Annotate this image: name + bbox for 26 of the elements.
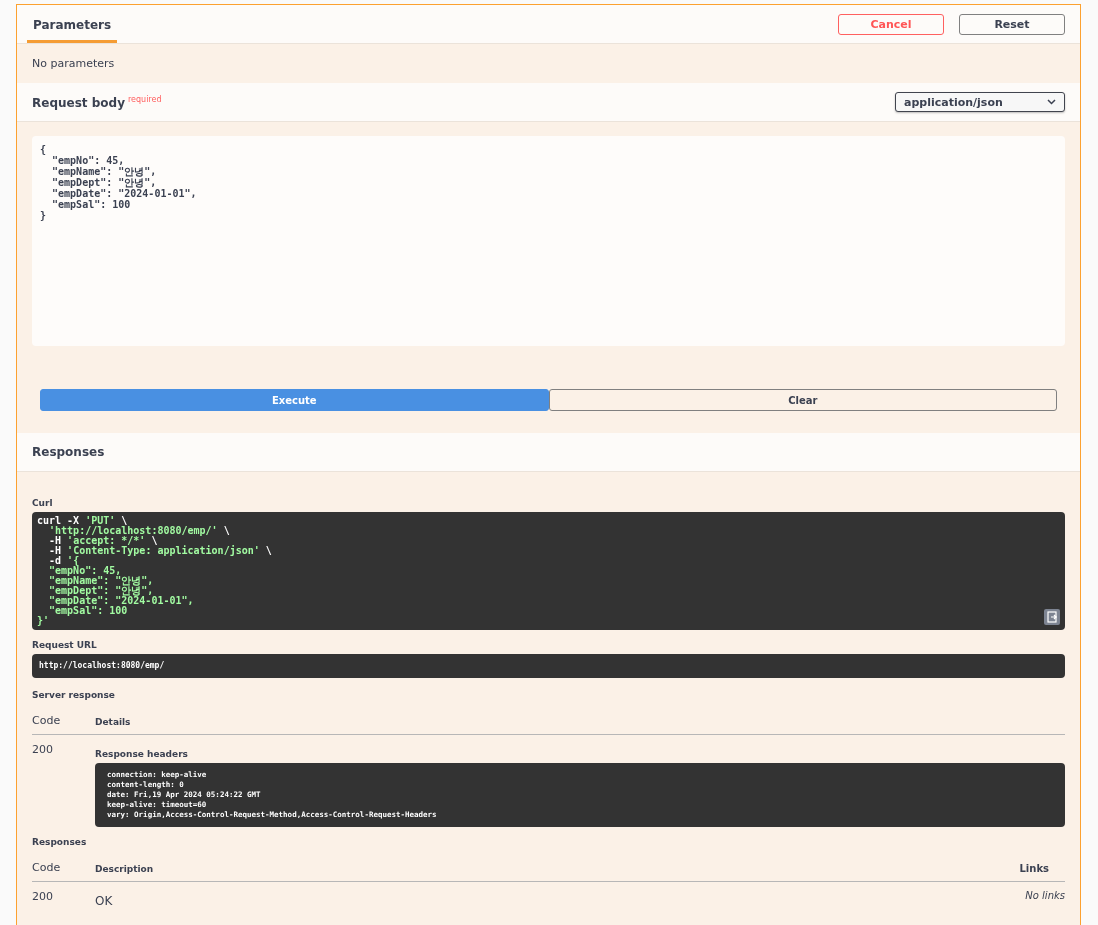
column-header: Details	[95, 717, 132, 727]
response-headers-label: Response headers	[95, 749, 189, 759]
request-url-block: http://localhost:8080/emp/	[32, 654, 1065, 678]
request-url-label: Request URL	[32, 640, 98, 650]
responses-title: Responses	[32, 445, 105, 459]
column-header: Code	[32, 861, 62, 874]
status-code: 200	[32, 743, 54, 758]
status-code: 200	[32, 890, 54, 905]
parameters-tab[interactable]: Parameters	[27, 8, 118, 43]
curl-code-block: curl -X 'PUT' \ 'http://localhost:8080/emp/' \ -H 'accept: */*' \ -H 'Content-Type: application/json' \ -d '{ "empNo": 45, "empName": "안녕", "empDept": "안녕", "empDate": "2024-01-01", "empSal": 100 }'	[32, 512, 1065, 630]
request-body-editor[interactable]: { "empNo": 45, "empName": "안녕", "empDept": "안녕", "empDate": "2024-01-01", "empSal": 100 }	[32, 136, 1065, 346]
column-header: Code	[32, 714, 62, 727]
server-response-label: Server response	[32, 690, 116, 700]
curl-label: Curl	[32, 498, 54, 508]
chevron-down-icon	[1047, 99, 1056, 105]
column-header: Links	[1019, 863, 1050, 874]
no-parameters-text: No parameters	[32, 57, 115, 70]
clipboard-icon[interactable]	[1044, 609, 1060, 625]
responses-label: Responses	[32, 837, 88, 847]
links-text: No links	[1025, 890, 1065, 903]
response-description: OK	[95, 894, 113, 908]
content-type-select[interactable]: application/json	[895, 92, 1065, 112]
reset-button[interactable]: Reset	[959, 13, 1065, 35]
request-body-title: Request body $^{required}$	[32, 94, 162, 110]
clear-button[interactable]: Clear	[548, 389, 1057, 411]
column-header: Description	[95, 864, 155, 874]
